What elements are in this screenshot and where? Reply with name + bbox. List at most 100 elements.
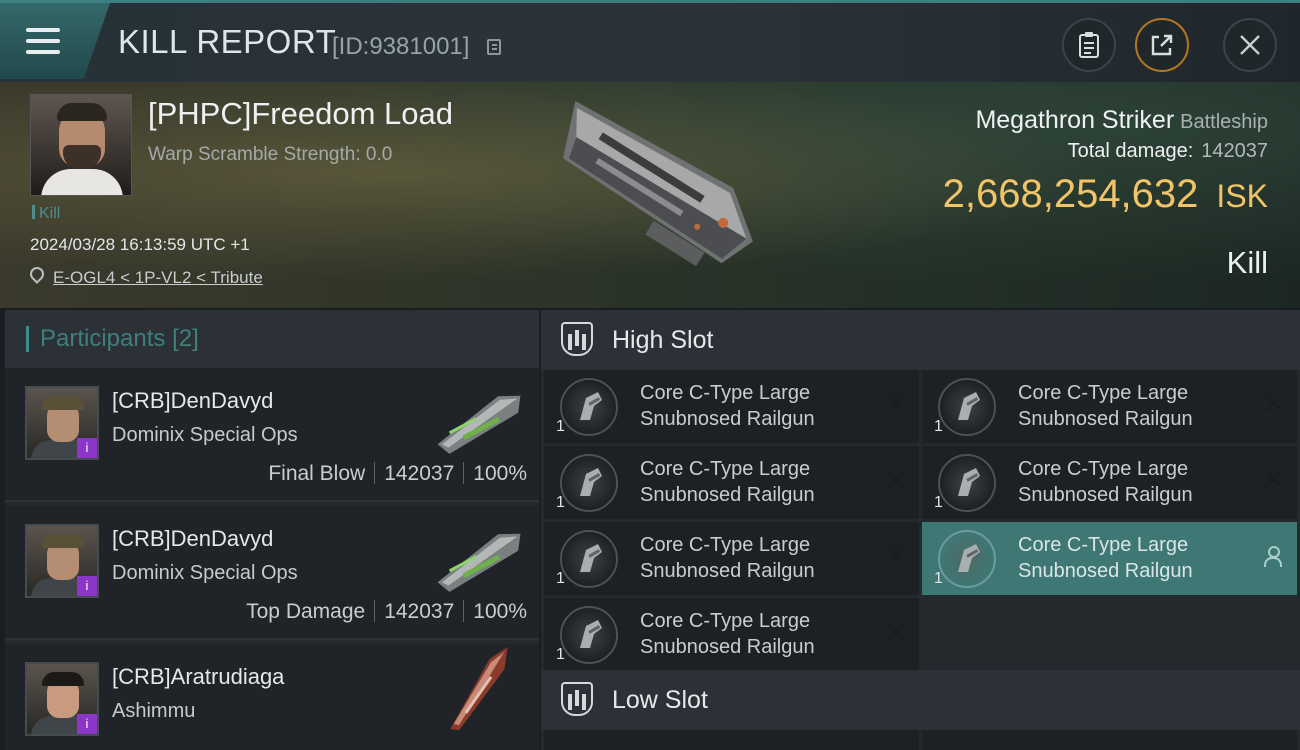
module-quantity: 1 (556, 418, 565, 435)
participant-percent: 100% (473, 600, 527, 623)
stats-separator (463, 462, 465, 484)
victim-name[interactable]: [PHPC]Freedom Load (148, 96, 453, 132)
module-item[interactable]: 1 Core C-Type Large Snubnosed Railgun (922, 370, 1297, 443)
high-slot-header: High Slot (541, 310, 1300, 370)
module-item[interactable]: 1 Core C-Type Large Snubnosed Railgun (544, 598, 919, 671)
portrait-hair (57, 103, 107, 121)
share-icon (1151, 34, 1173, 56)
participant-name: [CRB]DenDavyd (112, 388, 274, 413)
participant-ship: Dominix Special Ops (112, 562, 298, 584)
avatar-cap (42, 534, 84, 548)
module-name: Core C-Type Large Snubnosed Railgun (640, 610, 815, 658)
module-quantity: 1 (556, 494, 565, 511)
hamburger-icon-bar (26, 39, 60, 43)
victim-ship[interactable]: Megathron Striker Battleship (975, 106, 1268, 135)
ship-class: Battleship (1180, 111, 1268, 133)
participants-heading: Participants (40, 325, 166, 352)
kill-tag: Kill (32, 205, 60, 223)
low-slot-header: Low Slot (541, 670, 1300, 730)
module-item[interactable]: 1 Core C-Type Large Snubnosed Railgun (922, 446, 1297, 519)
participant-ship: Dominix Special Ops (112, 424, 298, 446)
clipboard-icon (1079, 32, 1099, 58)
participants-header-accent (26, 326, 29, 352)
participant-row[interactable]: i [CRB]Aratrudiaga Ashimmu (5, 644, 539, 750)
info-badge[interactable]: i (77, 438, 97, 458)
participant-ship-render (437, 533, 521, 592)
participants-panel: Participants [2] i [CRB]DenDavyd Dominix… (5, 310, 539, 750)
participant-damage: 142037 (384, 462, 455, 485)
railgun-icon (580, 544, 602, 572)
hamburger-icon (26, 28, 60, 32)
module-item-dropped[interactable]: 1 Core C-Type Large Snubnosed Railgun (922, 522, 1297, 595)
fitting-panel: High Slot 1 Core C-Type Large Snubnosed … (541, 310, 1300, 750)
high-slot-icon (561, 322, 593, 356)
module-quantity: 1 (556, 646, 565, 663)
participants-count: [2] (172, 325, 199, 352)
participant-stats: Top Damage 142037 100% (246, 600, 527, 624)
module-item[interactable]: 1 Core C-Type Large Snubnosed Railgun (544, 370, 919, 443)
victim-ship-render[interactable] (520, 84, 780, 294)
low-slot-icon (561, 682, 593, 716)
total-damage-label: Total damage: (1067, 140, 1194, 162)
railgun-icon (580, 392, 602, 420)
module-quantity: 1 (934, 494, 943, 511)
portrait-beard (63, 145, 101, 169)
participant-role: Final Blow (268, 462, 366, 485)
kill-timestamp: 2024/03/28 16:13:59 UTC +1 (30, 235, 250, 254)
avatar[interactable]: i (25, 662, 99, 736)
module-quantity: 1 (934, 570, 943, 587)
railgun-icon (958, 468, 980, 496)
copy-icon[interactable] (487, 39, 501, 55)
participant-damage: 142037 (384, 600, 455, 623)
destroyed-x-icon (885, 620, 907, 642)
menu-button[interactable] (0, 3, 110, 79)
clipboard-button[interactable] (1062, 18, 1116, 72)
warp-scramble-strength: Warp Scramble Strength: 0.0 (148, 144, 393, 165)
railgun-icon (580, 468, 602, 496)
module-name: Core C-Type Large Snubnosed Railgun (1018, 458, 1193, 506)
participant-row[interactable]: i [CRB]DenDavyd Dominix Special Ops Top … (5, 506, 539, 640)
avatar-cap (42, 672, 84, 686)
close-icon (1240, 35, 1260, 55)
hamburger-icon-bar (26, 50, 60, 54)
module-name: Core C-Type Large Snubnosed Railgun (640, 458, 815, 506)
stats-separator (463, 600, 465, 622)
module-item[interactable] (544, 730, 919, 750)
share-button[interactable] (1135, 18, 1189, 72)
destroyed-x-icon (1263, 392, 1285, 414)
page-title: KILL REPORT (118, 23, 337, 60)
avatar[interactable]: i (25, 524, 99, 598)
module-quantity: 1 (934, 418, 943, 435)
person-icon (1263, 546, 1282, 567)
info-badge[interactable]: i (77, 576, 97, 596)
participants-header-label: Participants [2] (40, 325, 199, 353)
module-item[interactable]: 1 Core C-Type Large Snubnosed Railgun (544, 522, 919, 595)
participant-stats: Final Blow 142037 100% (268, 462, 527, 486)
module-item[interactable]: 1 Core C-Type Large Snubnosed Railgun (544, 446, 919, 519)
avatar[interactable]: i (25, 386, 99, 460)
module-item[interactable] (922, 730, 1297, 750)
isk-amount: 2,668,254,632 (942, 172, 1199, 216)
destroyed-x-icon (885, 468, 907, 490)
location-link[interactable]: E-OGL4 < 1P-VL2 < Tribute (53, 268, 263, 288)
high-slot-label: High Slot (612, 326, 714, 354)
participant-name: [CRB]Aratrudiaga (112, 664, 285, 689)
stats-separator (374, 462, 376, 484)
total-damage: Total damage: 142037 (1068, 140, 1268, 163)
avatar-cap (42, 396, 84, 410)
participant-row[interactable]: i [CRB]DenDavyd Dominix Special Ops Fina… (5, 368, 539, 502)
module-quantity: 1 (556, 570, 565, 587)
kill-result: Kill (1226, 245, 1268, 280)
close-button[interactable] (1223, 18, 1277, 72)
railgun-icon (580, 620, 602, 648)
total-damage-value: 142037 (1201, 140, 1268, 162)
info-badge[interactable]: i (77, 714, 97, 734)
victim-banner: [PHPC]Freedom Load Warp Scramble Strengt… (0, 82, 1300, 308)
isk-value: 2,668,254,632 ISK (943, 172, 1268, 217)
victim-portrait[interactable] (30, 94, 132, 196)
stats-separator (374, 600, 376, 622)
location-pin-icon (27, 264, 47, 284)
participants-header: Participants [2] (5, 310, 539, 368)
participant-ship-render (437, 395, 521, 454)
portrait-suit (41, 169, 123, 195)
